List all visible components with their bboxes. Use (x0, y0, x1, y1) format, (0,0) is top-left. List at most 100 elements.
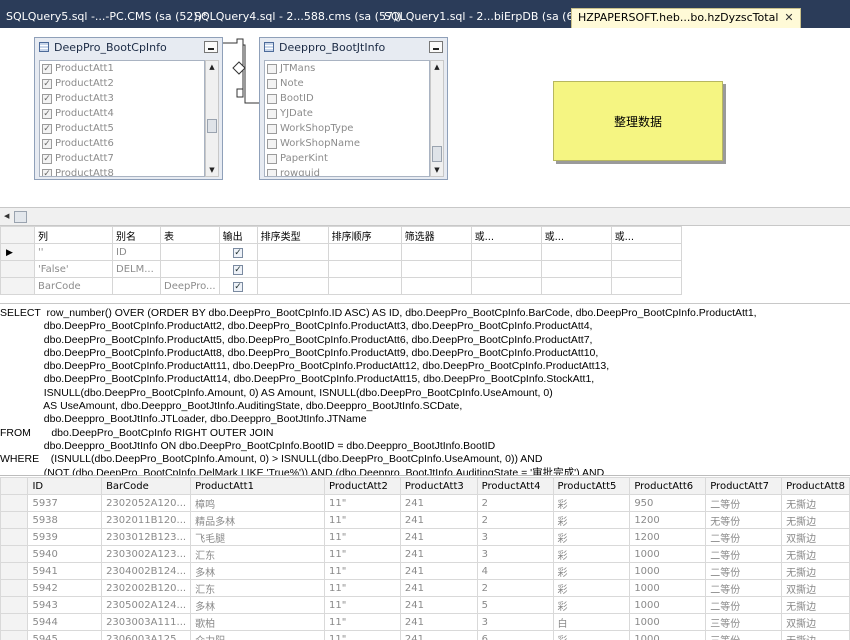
table-cell[interactable]: 11" (324, 562, 401, 580)
table-cell[interactable]: 无撕边 (781, 511, 850, 529)
row-header[interactable] (0, 596, 29, 614)
checkbox-icon[interactable] (267, 78, 277, 89)
scroll-up-icon[interactable]: ▲ (206, 61, 218, 73)
cell-sort-order[interactable] (327, 277, 402, 295)
table-cell[interactable]: 彩 (552, 579, 631, 597)
row-header[interactable] (0, 562, 29, 580)
row-header[interactable] (0, 528, 29, 546)
column-item[interactable]: Note (265, 76, 429, 91)
table-cell[interactable]: 汇东 (190, 579, 325, 597)
cell-or[interactable] (610, 260, 682, 278)
table-cell[interactable]: 无撕边 (781, 562, 850, 580)
scroll-left-icon[interactable]: ◀ (4, 212, 9, 220)
column-item[interactable]: YJDate (265, 106, 429, 121)
cell-sort-order[interactable] (327, 243, 402, 261)
criteria-row[interactable]: ▶ '' ID ✓ (0, 243, 682, 261)
table-cell[interactable]: 二等份 (705, 562, 783, 580)
cell-column[interactable]: BarCode (34, 277, 113, 295)
table-cell[interactable]: 3 (476, 613, 554, 631)
table-header[interactable]: DeepPro_BootCpInfo (35, 38, 222, 56)
table-cell[interactable]: 2304002B124... (101, 562, 192, 580)
column-item[interactable]: JTMans (265, 61, 429, 76)
minimize-button[interactable] (204, 41, 218, 53)
table-cell[interactable]: 二等份 (705, 596, 783, 614)
table-row[interactable]: 5938 2302011B120... 精品多林 11" 241 2 彩 1200 无等份 无撕边 (0, 511, 850, 529)
row-header[interactable] (0, 511, 29, 529)
row-header[interactable] (0, 277, 35, 295)
cell-sort-type[interactable] (256, 277, 329, 295)
checkbox-icon[interactable] (267, 138, 277, 149)
table-cell[interactable]: 无撕边 (781, 494, 850, 512)
checkbox-checked-icon[interactable]: ✓ (233, 281, 244, 292)
table-cell[interactable]: 11" (324, 511, 401, 529)
scroll-up-icon[interactable]: ▲ (431, 61, 443, 73)
column-item[interactable]: BootID (265, 91, 429, 106)
column-header[interactable]: 排序顺序 (327, 226, 402, 244)
table-cell[interactable]: 无撕边 (781, 545, 850, 563)
row-header[interactable] (0, 579, 29, 597)
table-cell[interactable]: 歌柏 (190, 613, 325, 631)
tab-sqlquery1[interactable]: SQLQuery1.sql - 2...biErpDB (sa (60))* (378, 8, 601, 28)
table-cell[interactable]: 1000 (629, 562, 707, 580)
cell-alias[interactable] (112, 277, 161, 295)
table-row[interactable]: 5943 2305002A124... 多林 11" 241 5 彩 1000 二等份 无撕边 (0, 596, 850, 614)
table-cell[interactable]: 1200 (629, 528, 707, 546)
table-cell[interactable]: 5943 (27, 596, 103, 614)
table-cell[interactable]: 双撕边 (781, 613, 850, 631)
cell-output[interactable]: ✓ (218, 277, 258, 295)
checkbox-icon[interactable] (267, 123, 277, 134)
table-cell[interactable]: 1000 (629, 545, 707, 563)
cell-filter[interactable] (400, 277, 472, 295)
column-item[interactable]: WorkShopType (265, 121, 429, 136)
table-cell[interactable]: 11" (324, 528, 401, 546)
table-cell[interactable]: 白 (552, 613, 631, 631)
table-cell[interactable]: 5938 (27, 511, 103, 529)
table-cell[interactable]: 双撕边 (781, 528, 850, 546)
column-header[interactable]: 输出 (218, 226, 258, 244)
table-header[interactable]: Deeppro_BootJtInfo (260, 38, 447, 56)
cell-column[interactable]: 'False' (34, 260, 113, 278)
sql-pane[interactable]: SELECT row_number() OVER (ORDER BY dbo.D… (0, 304, 850, 476)
table-cell[interactable]: 241 (399, 494, 478, 512)
tab-view-designer[interactable]: HZPAPERSOFT.heb...bo.hzDyzscTotal ✕ (571, 8, 801, 28)
table-cell[interactable]: 11" (324, 613, 401, 631)
column-header[interactable]: ProductAtt3 (399, 477, 478, 495)
table-cell[interactable]: 汇东 (190, 545, 325, 563)
checkbox-icon[interactable] (267, 108, 277, 119)
column-header[interactable]: ProductAtt6 (629, 477, 707, 495)
checkbox-icon[interactable] (267, 93, 277, 104)
table-cell[interactable]: 彩 (552, 562, 631, 580)
table-cell[interactable]: 飞毛腿 (190, 528, 325, 546)
column-header[interactable]: 排序类型 (256, 226, 329, 244)
table-cell[interactable]: 多林 (190, 562, 325, 580)
table-cell[interactable]: 彩 (552, 630, 631, 640)
table-row[interactable]: 5937 2302052A120... 樟鸣 11" 241 2 彩 950 二等份 无撕边 (0, 494, 850, 512)
row-header[interactable] (0, 630, 29, 640)
table-cell[interactable]: 241 (399, 630, 478, 640)
table-cell[interactable]: 5 (476, 596, 554, 614)
cell-filter[interactable] (400, 243, 472, 261)
cell-table[interactable]: DeepPro... (160, 277, 220, 295)
diagram-horizontal-scrollbar[interactable]: ◀ (0, 208, 850, 226)
cell-alias[interactable]: DELM... (112, 260, 161, 278)
table-cell[interactable]: 2302002B120... (101, 579, 192, 597)
criteria-row[interactable]: BarCode DeepPro... ✓ (0, 277, 682, 295)
table-cell[interactable]: 950 (629, 494, 707, 512)
table-cell[interactable]: 11" (324, 579, 401, 597)
cell-sort-type[interactable] (256, 243, 329, 261)
table-cell[interactable]: 众力阳 (190, 630, 325, 640)
table-cell[interactable]: 三等份 (705, 613, 783, 631)
table-cell[interactable]: 5941 (27, 562, 103, 580)
column-item[interactable]: ✓ ProductAtt6 (40, 136, 204, 151)
column-item[interactable]: ✓ ProductAtt5 (40, 121, 204, 136)
table-row[interactable]: 5940 2303002A123... 汇东 11" 241 3 彩 1000 二等份 无撕边 (0, 545, 850, 563)
table-cell[interactable]: 樟鸣 (190, 494, 325, 512)
cell-or[interactable] (540, 277, 612, 295)
column-item[interactable]: rowguid (265, 166, 429, 176)
table-cell[interactable]: 11" (324, 494, 401, 512)
column-item[interactable]: ✓ ProductAtt7 (40, 151, 204, 166)
join-line[interactable] (223, 37, 259, 117)
table-cell[interactable]: 二等份 (705, 528, 783, 546)
table-cell[interactable]: 2303003A111... (101, 613, 192, 631)
row-header[interactable] (0, 545, 29, 563)
